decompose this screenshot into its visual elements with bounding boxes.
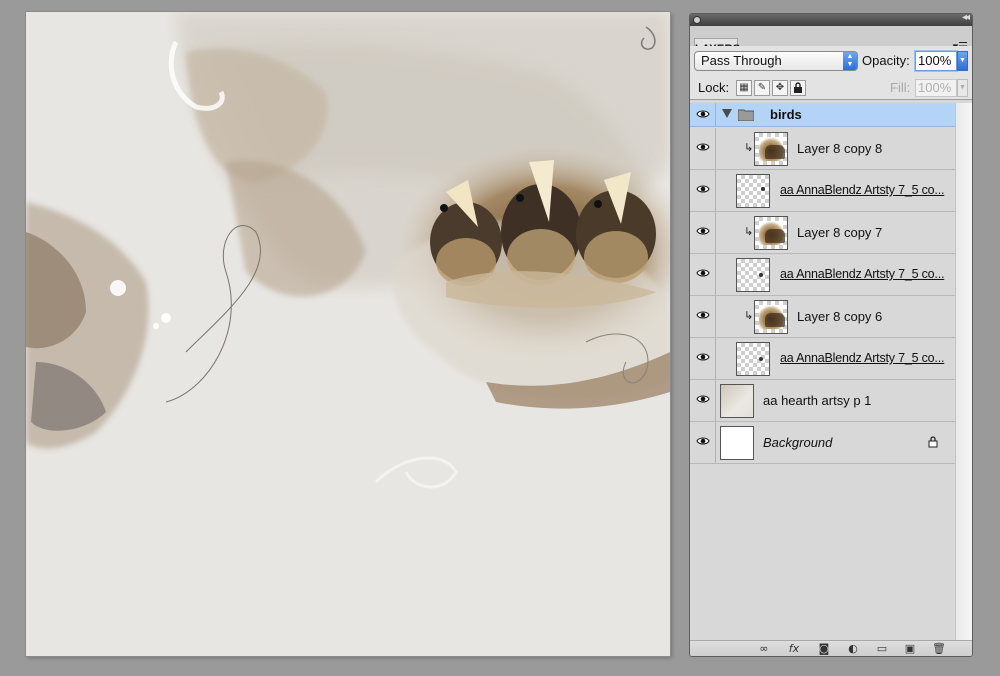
visibility-eye-icon[interactable] [690,380,716,421]
artwork-image [26,12,670,656]
lock-image-pixels-icon[interactable]: ✎ [754,80,770,96]
new-group-icon[interactable]: ▭ [874,642,890,656]
lock-icon [928,436,938,448]
layer-thumbnail [754,300,788,334]
layer-thumbnail [736,258,770,292]
link-layers-icon[interactable]: ∞ [756,642,772,656]
add-mask-icon[interactable]: ◙ [816,642,832,656]
layers-scrollbar[interactable] [955,103,972,643]
layers-panel: ◂◂ LAYERS ▾☰ Pass Through ▲▼ Opacity: 10… [689,13,973,657]
close-panel-button[interactable] [693,16,701,24]
fill-slider-button[interactable]: ▼ [957,79,968,97]
visibility-eye-icon[interactable] [690,296,716,337]
panel-titlebar[interactable]: ◂◂ [690,14,972,26]
opacity-label: Opacity: [862,53,910,68]
layer-name: Background [763,435,833,450]
visibility-eye-icon[interactable] [690,212,716,253]
visibility-eye-icon[interactable] [690,422,716,463]
layer-row[interactable]: aa hearth artsy p 1 [690,380,955,422]
visibility-eye-icon[interactable] [690,103,716,126]
layer-name: aa AnnaBlendz Artsty 7_5 co... [780,351,945,365]
layer-name: Layer 8 copy 7 [797,225,883,240]
clipping-arrow-icon: ↳ [744,309,754,322]
lock-label: Lock: [698,80,730,95]
layer-row-background[interactable]: Background [690,422,955,464]
layers-bottom-toolbar: ∞ fx ◙ ◐ ▭ ▣ 🗑 [690,640,972,656]
lock-position-icon[interactable]: ✥ [772,80,788,96]
layer-row[interactable]: ↳ Layer 8 copy 6 [690,296,955,338]
layer-name: Layer 8 copy 8 [797,141,883,156]
folder-icon [738,109,754,121]
clipping-arrow-icon: ↳ [744,225,754,238]
blend-mode-select[interactable]: Pass Through ▲ ▼ [694,51,858,71]
clipping-arrow-icon: ↳ [744,141,754,154]
blend-mode-value: Pass Through [701,53,782,68]
layer-thumbnail [720,384,754,418]
layer-name: birds [770,107,802,122]
fx-icon[interactable]: fx [786,642,802,656]
collapse-panel-icon[interactable]: ◂◂ [962,14,970,23]
lock-transparent-pixels-icon[interactable]: ▦ [736,80,752,96]
layer-row[interactable]: ↳ Layer 8 copy 7 [690,212,955,254]
opacity-input[interactable]: 100% [915,51,957,71]
visibility-eye-icon[interactable] [690,338,716,379]
layer-row[interactable]: aa AnnaBlendz Artsty 7_5 co... [690,254,955,296]
layer-row-birds[interactable]: birds [690,103,955,127]
layer-thumbnail [754,216,788,250]
select-arrows-icon: ▲ ▼ [843,52,857,70]
layer-name: aa hearth artsy p 1 [763,393,872,408]
visibility-eye-icon[interactable] [690,128,716,169]
document-canvas[interactable] [26,12,670,656]
layer-thumbnail [736,342,770,376]
lock-row: Lock: ▦ ✎ ✥ Fill: 100% ▼ [690,76,972,100]
layer-row[interactable]: aa AnnaBlendz Artsty 7_5 co... [690,170,955,212]
layer-name: aa AnnaBlendz Artsty 7_5 co... [780,267,945,281]
visibility-eye-icon[interactable] [690,254,716,295]
layer-thumbnail [736,174,770,208]
trash-icon[interactable]: 🗑 [931,642,947,656]
layers-list: birds ↳ Layer 8 copy 8 aa AnnaBlendz Art… [690,103,955,643]
layer-thumbnail [754,132,788,166]
opacity-slider-button[interactable]: ▼ [957,51,968,71]
expand-group-icon[interactable] [722,109,732,118]
lock-all-icon[interactable] [790,80,806,96]
visibility-eye-icon[interactable] [690,170,716,211]
layer-thumbnail [720,426,754,460]
layer-name: Layer 8 copy 6 [797,309,883,324]
adjustment-layer-icon[interactable]: ◐ [845,642,861,656]
fill-label: Fill: [890,80,911,95]
fill-input[interactable]: 100% [915,79,957,97]
layer-row[interactable]: aa AnnaBlendz Artsty 7_5 co... [690,338,955,380]
new-layer-icon[interactable]: ▣ [902,642,918,656]
layer-name: aa AnnaBlendz Artsty 7_5 co... [780,183,945,197]
layer-row[interactable]: ↳ Layer 8 copy 8 [690,128,955,170]
